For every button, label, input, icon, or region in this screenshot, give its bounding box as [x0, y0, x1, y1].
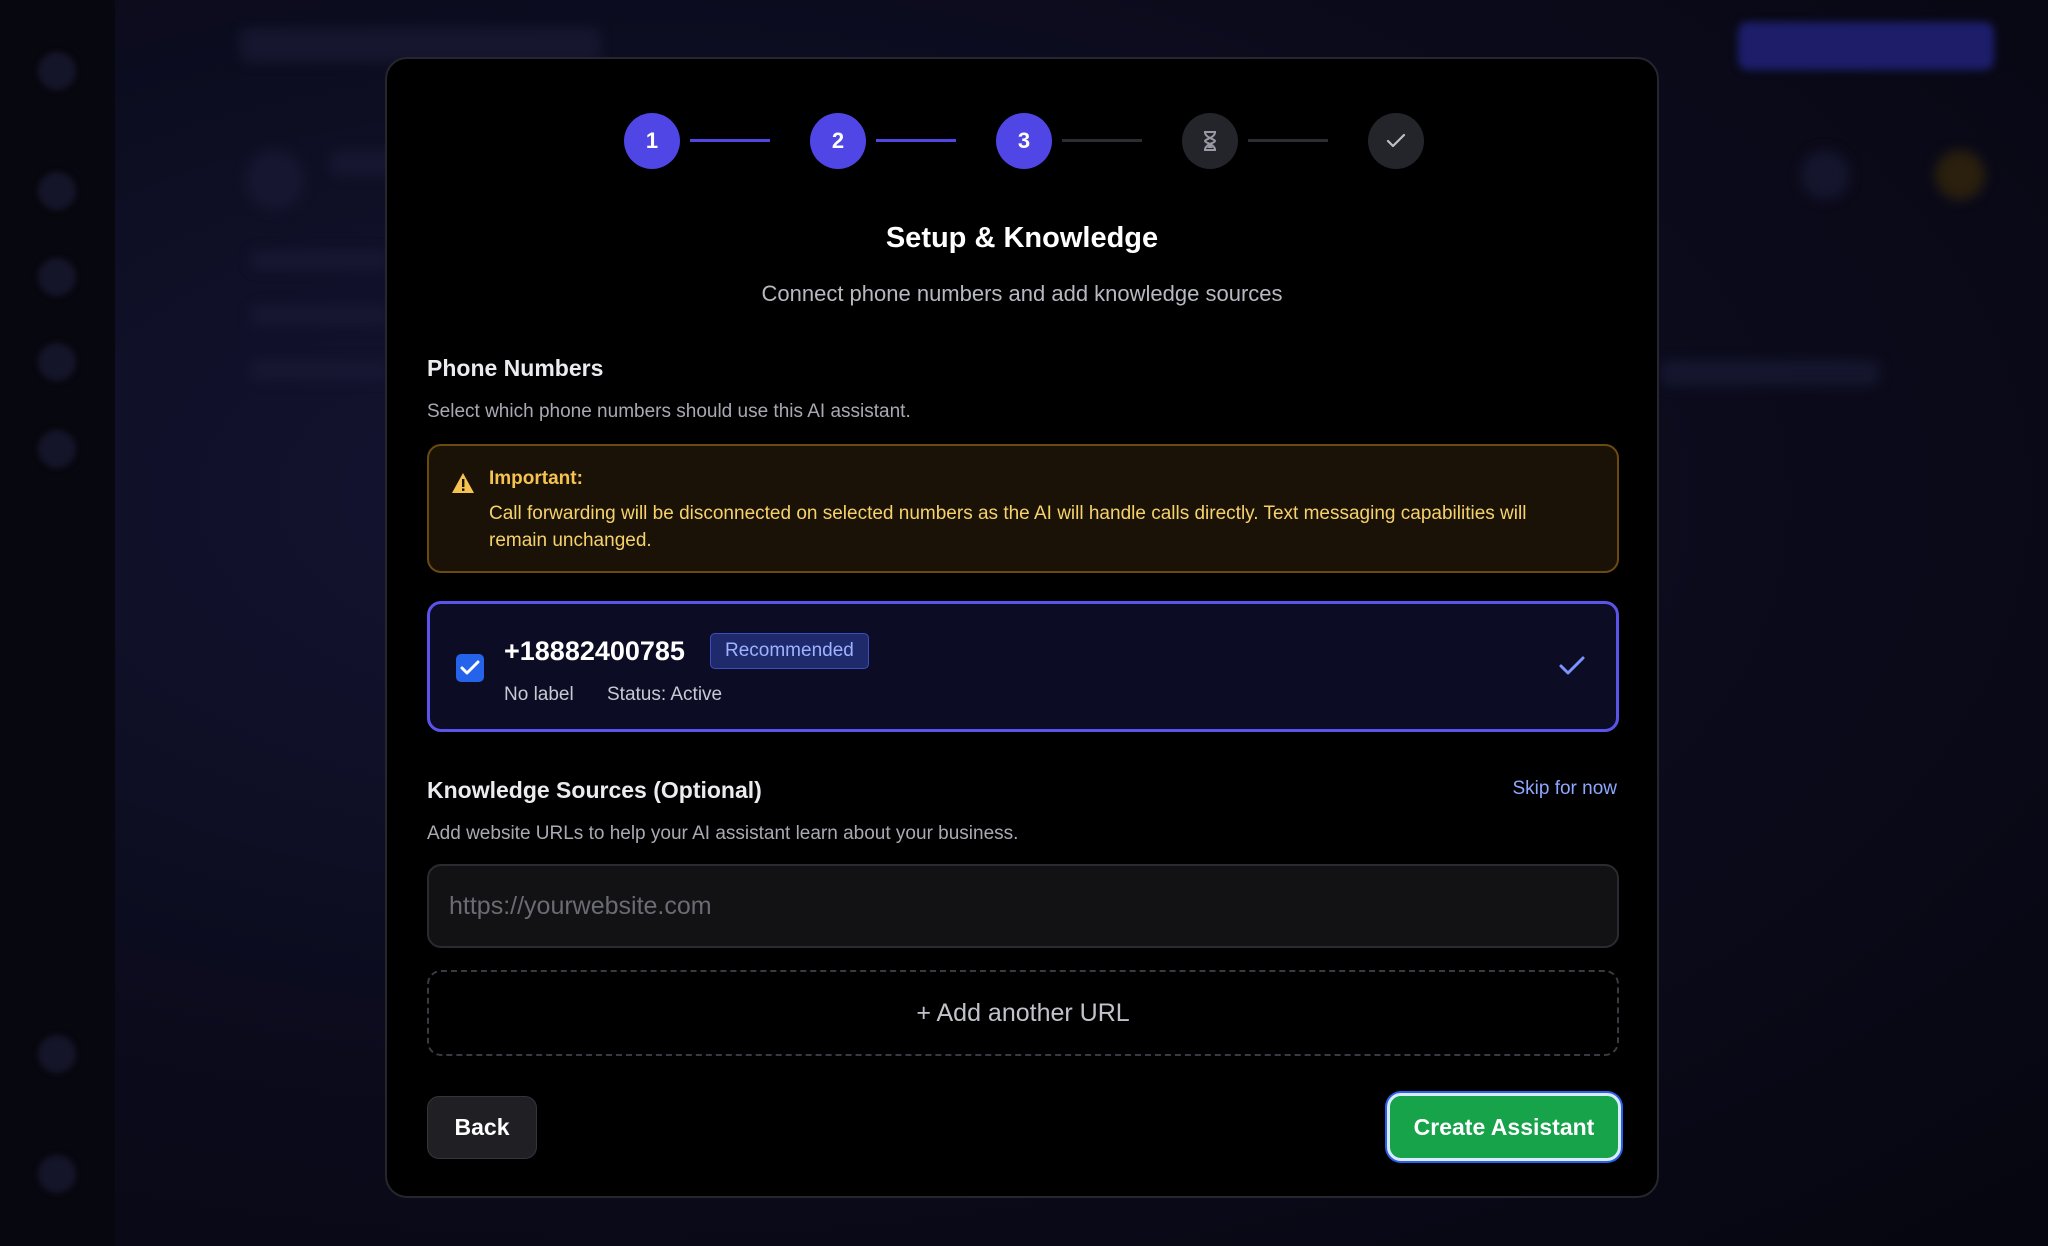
- step-3-label: 3: [1017, 128, 1031, 153]
- background-nav-icon: [38, 343, 76, 381]
- background-action-button: [1738, 22, 1994, 70]
- step-connector: [1248, 139, 1328, 142]
- website-url-input[interactable]: [427, 864, 1619, 948]
- step-2: 2: [810, 113, 866, 169]
- warning-callout: Important: Call forwarding will be disco…: [427, 444, 1619, 573]
- background-text: [1660, 360, 1880, 386]
- selected-check-icon: [1559, 656, 1585, 675]
- step-2-label: 2: [831, 128, 845, 153]
- back-button[interactable]: Back: [427, 1096, 537, 1159]
- check-icon: [1386, 133, 1406, 148]
- phone-label: No label: [504, 684, 574, 705]
- phone-status: Status: Active: [607, 684, 723, 705]
- background-nav-icon: [38, 430, 76, 468]
- step-4: [1182, 113, 1238, 169]
- add-another-url-button[interactable]: + Add another URL: [427, 970, 1619, 1056]
- progress-stepper: 1 2 3: [387, 113, 1657, 169]
- background-avatar: [38, 1155, 76, 1193]
- background-nav-icon: [38, 172, 76, 210]
- warning-icon: [452, 473, 474, 493]
- skip-for-now-link[interactable]: Skip for now: [1512, 778, 1617, 800]
- phone-numbers-description: Select which phone numbers should use th…: [427, 401, 911, 422]
- setup-knowledge-modal: 1 2 3 Setup & Knowledge Connect phone nu…: [385, 57, 1659, 1198]
- warning-text: Call forwarding will be disconnected on …: [489, 503, 1527, 551]
- modal-subtitle: Connect phone numbers and add knowledge …: [761, 281, 1283, 306]
- step-1: 1: [624, 113, 680, 169]
- step-3: 3: [996, 113, 1052, 169]
- background-logo-icon: [38, 52, 76, 90]
- phone-number: +18882400785: [504, 636, 685, 666]
- background-nav-icon: [38, 1035, 76, 1073]
- knowledge-sources-description: Add website URLs to help your AI assista…: [427, 823, 1019, 844]
- background-icon: [1935, 150, 1985, 200]
- background-text: [250, 250, 390, 270]
- background-sidebar: [0, 0, 115, 1246]
- step-connector: [690, 139, 770, 142]
- background-text: [250, 360, 390, 380]
- modal-title: Setup & Knowledge: [885, 222, 1159, 254]
- step-5: [1368, 113, 1424, 169]
- step-1-label: 1: [645, 128, 659, 153]
- knowledge-sources-heading: Knowledge Sources (Optional): [427, 777, 762, 803]
- background-nav-icon: [38, 258, 76, 296]
- warning-title: Important:: [489, 468, 583, 489]
- background-text: [250, 305, 390, 325]
- recommended-badge: Recommended: [710, 633, 869, 669]
- step-connector: [1062, 139, 1142, 142]
- step-connector: [876, 139, 956, 142]
- create-assistant-button[interactable]: Create Assistant: [1387, 1093, 1621, 1161]
- phone-number-checkbox[interactable]: [456, 654, 484, 682]
- phone-number-option[interactable]: +18882400785 Recommended No label Status…: [427, 601, 1619, 732]
- checkmark-icon: [460, 660, 480, 675]
- hourglass-icon: [1203, 131, 1217, 151]
- background-avatar: [245, 150, 305, 210]
- background-icon: [1800, 150, 1850, 200]
- phone-numbers-heading: Phone Numbers: [427, 355, 604, 381]
